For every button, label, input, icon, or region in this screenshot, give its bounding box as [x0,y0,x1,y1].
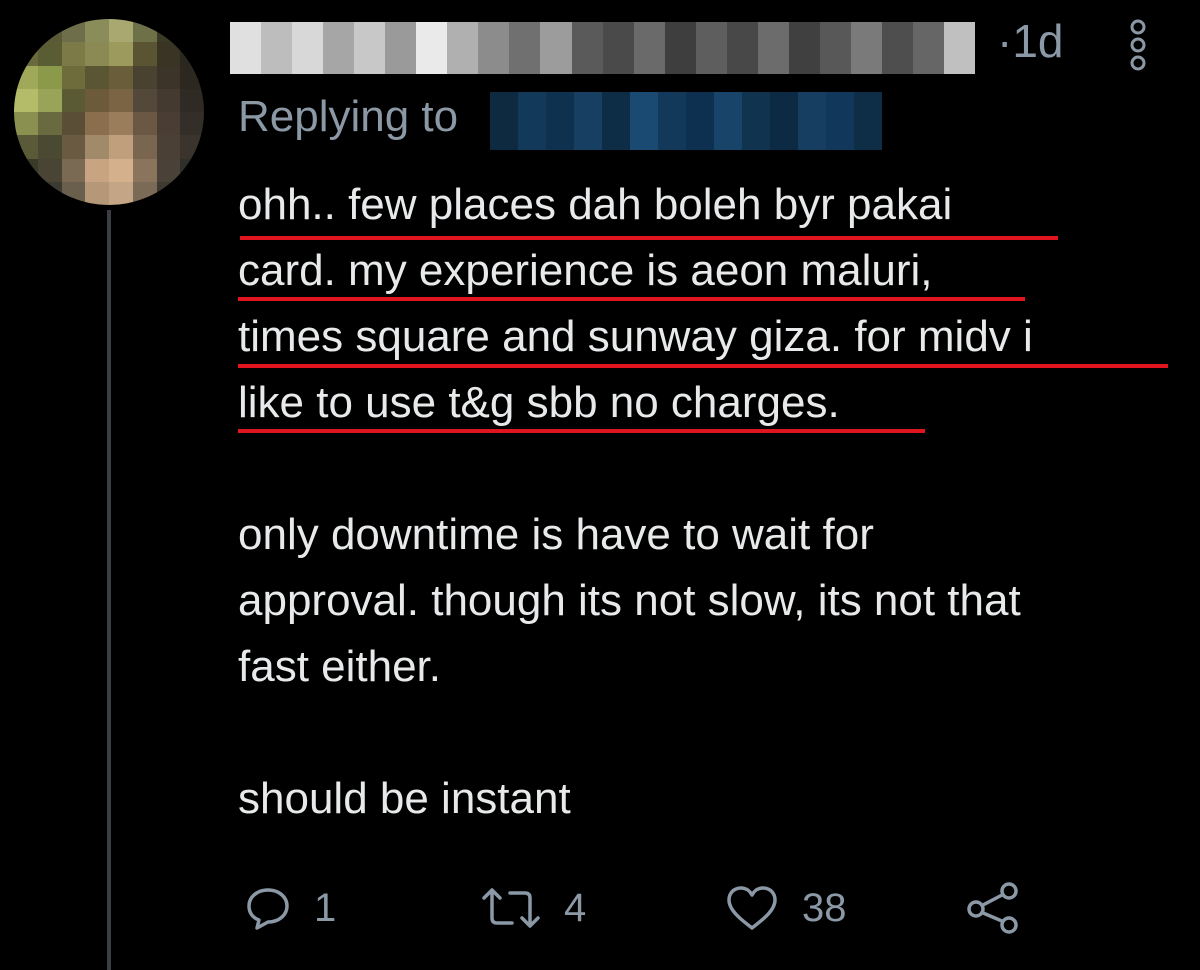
share-icon [967,882,1018,934]
retweet-count: 4 [564,885,587,930]
avatar[interactable] [14,19,204,205]
author-name-redacted[interactable] [230,22,975,74]
reply-button[interactable]: 1 [244,878,336,938]
tweet-text: ohh.. few places dah boleh byr pakai car… [238,172,1188,832]
heart-icon [727,886,777,930]
like-button[interactable]: 38 [724,878,847,938]
tweet-line: should be instant [238,774,571,823]
replying-to-label: Replying to [238,92,459,141]
more-options-icon[interactable] [1128,18,1148,72]
retweet-button[interactable]: 4 [480,878,586,938]
tweet-line: fast either. [238,642,442,691]
reply-count: 1 [314,885,337,930]
highlight-underline [238,364,1168,368]
tweet-line: card. my experience is aeon maluri, [238,246,933,295]
tweet-line: ohh.. few places dah boleh byr pakai [238,180,953,229]
timestamp-value: 1d [1012,15,1064,67]
timestamp[interactable]: ·1d [997,14,1064,68]
thread-line [107,210,111,970]
highlight-underline [238,429,925,433]
tweet-line: times square and sunway giza. for midv i [238,312,1033,361]
share-button[interactable] [966,878,1020,938]
tweet-line: like to use t&g sbb no charges. [238,378,840,427]
tweet-line: approval. though its not slow, its not t… [238,576,1021,625]
highlight-underline [238,297,1025,301]
tweet-line: only downtime is have to wait for [238,510,874,559]
retweet-icon [482,888,540,928]
like-count: 38 [802,885,847,930]
tweet-action-bar: 1 4 38 [0,878,1200,938]
highlight-underline [240,236,1058,240]
timestamp-dot: · [997,15,1013,67]
replying-to-handle-redacted[interactable] [490,92,882,150]
reply-icon [247,888,289,930]
